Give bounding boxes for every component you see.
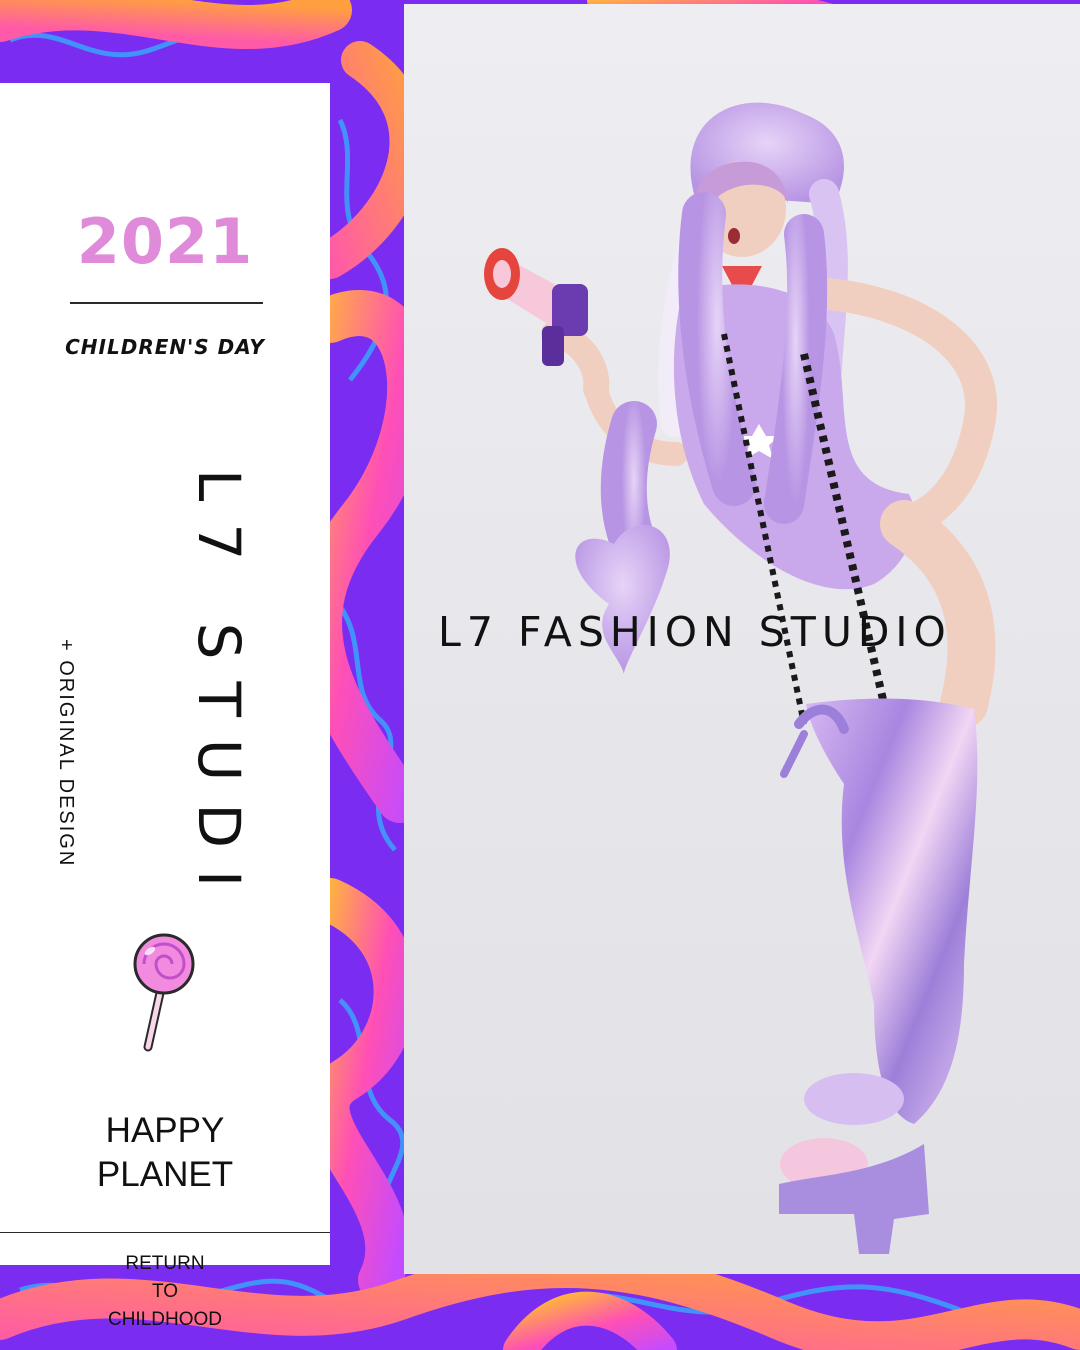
tagline-line-1: HAPPY [105,1111,225,1150]
childrens-day-subtitle: CHILDREN'S DAY [65,335,265,359]
lollipop-icon [133,933,195,1052]
return-line-2: TO [151,1281,179,1302]
return-to-childhood: RETURN TO CHILDHOOD [0,1250,330,1334]
fashion-photo: L7 FASHION STUDIO [404,4,1080,1274]
year-title: 2021 [76,205,254,278]
side-panel: 2021 CHILDREN'S DAY L7 STUDI + ORIGINAL … [0,83,330,1330]
return-line-1: RETURN [125,1253,205,1274]
top-divider [70,302,263,304]
vertical-brand-text: L7 STUDI [185,469,253,910]
fashion-studio-title: L7 FASHION STUDIO [438,608,952,656]
bottom-divider [0,1232,330,1233]
vertical-tag-text: + ORIGINAL DESIGN [55,639,77,868]
tagline-line-2: PLANET [96,1155,234,1194]
happy-planet-tagline: HAPPY PLANET [0,1109,330,1197]
return-line-3: CHILDHOOD [107,1309,222,1330]
